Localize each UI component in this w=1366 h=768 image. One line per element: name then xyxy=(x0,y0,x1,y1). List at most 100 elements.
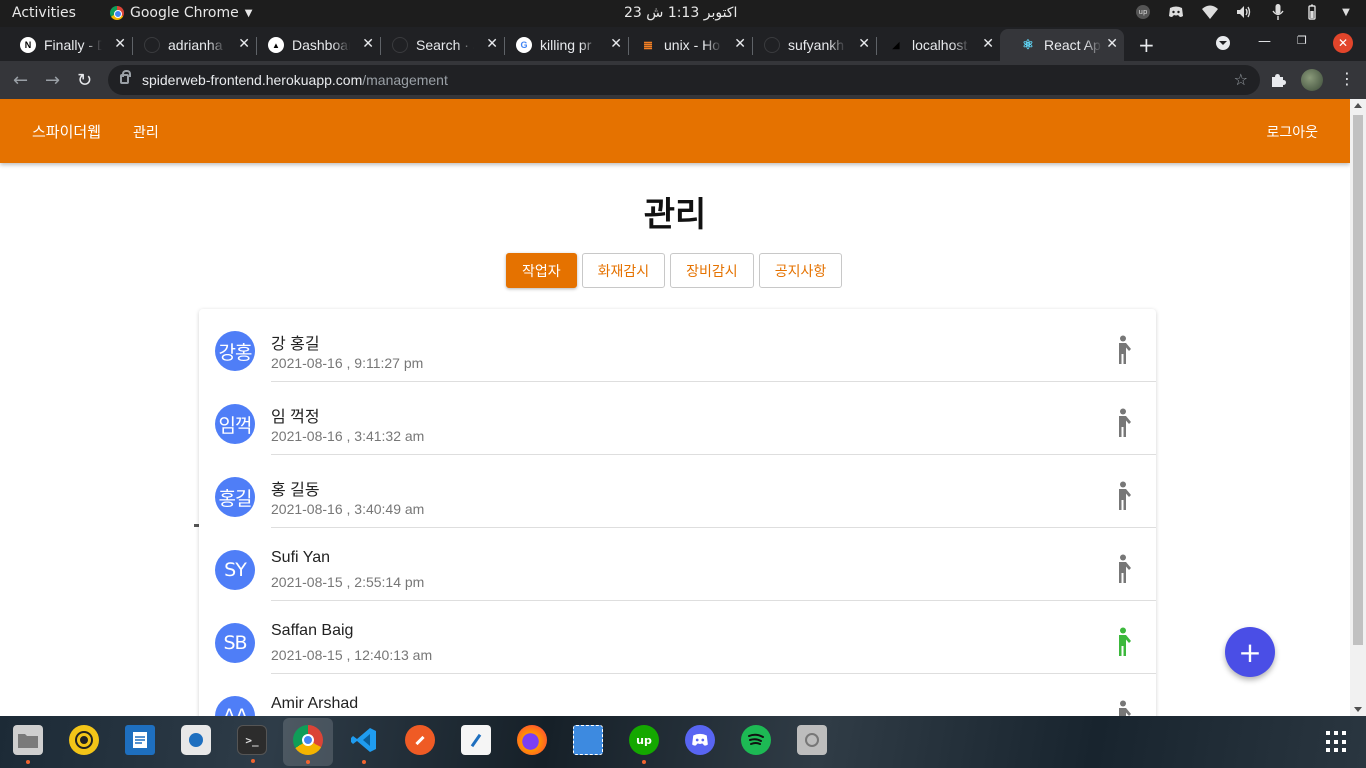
clock[interactable]: 23 اکتوبر 1:13 ش xyxy=(624,5,737,21)
discord-icon[interactable] xyxy=(685,725,715,755)
worker-name: Sufi Yan xyxy=(271,549,331,566)
tab-title: killing pr xyxy=(540,37,592,53)
brand-logo-text[interactable]: 스파이더웹 xyxy=(32,121,101,142)
libreoffice-writer-icon[interactable] xyxy=(125,725,155,755)
scroll-down-arrow-icon[interactable] xyxy=(1354,707,1362,712)
vscode-icon[interactable] xyxy=(349,725,379,764)
worker-row[interactable]: 강홍 강 홍길 2021-08-16 , 9:11:27 pm xyxy=(199,309,1156,382)
close-tab-icon[interactable]: ✕ xyxy=(982,35,994,52)
screenshot-icon[interactable] xyxy=(573,725,603,755)
files-icon[interactable] xyxy=(13,725,43,764)
close-tab-icon[interactable]: ✕ xyxy=(1106,35,1118,52)
minimize-icon[interactable]: — xyxy=(1258,34,1271,49)
wifi-icon[interactable] xyxy=(1202,4,1218,20)
tab-workers[interactable]: 작업자 xyxy=(506,253,577,288)
worker-avatar: 임꺽 xyxy=(215,404,255,444)
reload-icon[interactable]: ↻ xyxy=(77,70,92,91)
worker-timestamp: 2021-08-16 , 9:11:27 pm xyxy=(271,355,424,371)
battery-icon[interactable] xyxy=(1304,4,1320,20)
tab-title: adrianha xyxy=(168,37,223,53)
tab-title: Dashboard xyxy=(292,37,350,53)
person-standing-icon xyxy=(1119,554,1131,583)
system-menu-caret-icon[interactable]: ▼ xyxy=(1338,4,1354,20)
system-tray[interactable]: up ▼ xyxy=(1136,4,1354,20)
browser-tab[interactable]: ◢ localhost ✕ xyxy=(868,29,1000,61)
software-store-icon[interactable] xyxy=(181,725,211,755)
stackoverflow-icon: ≣ xyxy=(642,38,654,52)
app-menu[interactable]: Google Chrome ▼ xyxy=(110,5,252,21)
browser-tab[interactable]: ▲ Dashboard ✕ xyxy=(248,29,381,61)
browser-menu-kebab-icon[interactable]: ⋮ xyxy=(1339,69,1355,88)
tab-title: React App xyxy=(1044,37,1102,53)
nav-link-management[interactable]: 관리 xyxy=(133,122,159,142)
tab-equipment-monitoring[interactable]: 장비감시 xyxy=(670,253,754,288)
show-applications-grid-icon[interactable] xyxy=(1326,731,1348,753)
scroll-up-arrow-icon[interactable] xyxy=(1354,103,1362,108)
worker-timestamp: 2021-08-15 , 2:55:14 pm xyxy=(271,574,425,590)
back-arrow-icon[interactable]: ← xyxy=(13,70,28,91)
bookmark-star-icon[interactable]: ☆ xyxy=(1234,70,1248,89)
restore-icon[interactable]: ❐ xyxy=(1297,34,1307,47)
tab-fire-monitoring[interactable]: 화재감시 xyxy=(581,253,666,288)
forward-arrow-icon[interactable]: → xyxy=(45,70,60,91)
page-scrollbar[interactable] xyxy=(1350,99,1366,716)
scrollbar-thumb[interactable] xyxy=(1353,115,1363,645)
tab-search-icon[interactable] xyxy=(1216,36,1230,50)
page-title: 관리 xyxy=(643,195,707,235)
browser-tab[interactable]: G killing pr ✕ xyxy=(496,29,629,61)
tab-title: sufyankh xyxy=(788,37,845,53)
app-menu-label: Google Chrome xyxy=(130,5,239,21)
worker-row[interactable]: 홍길 홍 길동 2021-08-16 , 3:40:49 am xyxy=(199,455,1156,528)
browser-tab-active[interactable]: ⚛ React App ✕ xyxy=(1000,29,1124,61)
terminal-icon[interactable]: >_ xyxy=(237,725,267,763)
chrome-icon xyxy=(110,6,124,20)
worker-timestamp: 2021-08-16 , 3:41:32 am xyxy=(271,428,425,444)
window-close-icon[interactable]: ✕ xyxy=(1333,33,1353,53)
browser-tab-strip: N Finally - D ✕ adrianha ✕ ▲ Dashboard ✕… xyxy=(0,27,1366,61)
tab-title: Finally - D xyxy=(44,37,102,53)
activities-button[interactable]: Activities xyxy=(12,5,76,21)
worker-name: 강 홍길 xyxy=(271,336,320,353)
lock-icon[interactable] xyxy=(120,70,131,84)
disk-icon[interactable] xyxy=(797,725,827,755)
worker-row[interactable]: SY Sufi Yan 2021-08-15 , 2:55:14 pm xyxy=(199,528,1156,601)
chrome-icon[interactable] xyxy=(293,725,323,764)
discord-tray-icon[interactable] xyxy=(1168,4,1184,20)
new-tab-plus-icon[interactable]: + xyxy=(1138,33,1155,57)
triangle-icon: ◢ xyxy=(892,39,900,50)
add-worker-fab[interactable]: + xyxy=(1225,627,1275,677)
rhythmbox-icon[interactable] xyxy=(69,725,99,755)
person-standing-icon xyxy=(1119,700,1131,716)
browser-tab[interactable]: ≣ unix - Ho ✕ xyxy=(620,29,753,61)
logout-button[interactable]: 로그아웃 xyxy=(1266,122,1318,142)
browser-tab[interactable]: Search · J ✕ xyxy=(372,29,505,61)
address-bar[interactable]: spiderweb-frontend.herokuapp.com/managem… xyxy=(108,65,1260,95)
worker-row[interactable]: AA Amir Arshad xyxy=(199,674,1156,716)
profile-avatar[interactable] xyxy=(1301,69,1323,91)
browser-tab[interactable]: sufyankh ✕ xyxy=(744,29,877,61)
worker-row[interactable]: 임꺽 임 꺽정 2021-08-16 , 3:41:32 am xyxy=(199,382,1156,455)
worker-row[interactable]: SB Saffan Baig 2021-08-15 , 12:40:13 am xyxy=(199,601,1156,674)
extensions-puzzle-icon[interactable] xyxy=(1270,72,1286,88)
web-page: 스파이더웹 관리 로그아웃 관리 작업자 화재감시 장비감시 공지사항 강홍 강… xyxy=(0,99,1350,716)
google-icon: G xyxy=(516,37,532,53)
react-icon: ⚛ xyxy=(1022,37,1034,52)
text-editor-icon[interactable] xyxy=(461,725,491,755)
microphone-icon[interactable] xyxy=(1270,4,1286,20)
person-standing-icon xyxy=(1119,408,1131,437)
browser-tab[interactable]: N Finally - D ✕ xyxy=(0,29,133,61)
caret-down-icon: ▼ xyxy=(244,7,253,19)
upwork-tray-icon[interactable]: up xyxy=(1136,5,1150,19)
tab-notices[interactable]: 공지사항 xyxy=(758,253,843,288)
app-header: 스파이더웹 관리 로그아웃 xyxy=(0,99,1350,163)
section-tabs: 작업자 화재감시 장비감시 공지사항 xyxy=(506,253,843,288)
browser-tab[interactable]: adrianha ✕ xyxy=(124,29,257,61)
firefox-icon[interactable] xyxy=(517,725,547,755)
spotify-icon[interactable] xyxy=(741,725,771,755)
volume-icon[interactable] xyxy=(1236,4,1252,20)
postman-icon[interactable] xyxy=(405,725,435,755)
worker-name: 홍 길동 xyxy=(271,482,320,499)
url-text[interactable]: spiderweb-frontend.herokuapp.com/managem… xyxy=(142,72,448,88)
upwork-icon[interactable]: up xyxy=(629,725,659,764)
github-icon xyxy=(764,37,780,53)
